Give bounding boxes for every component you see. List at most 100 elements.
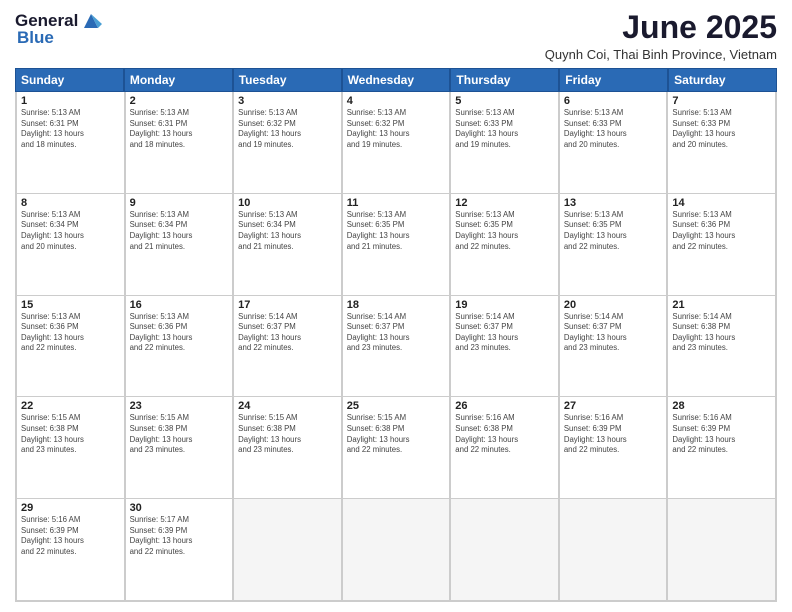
day-info: Sunrise: 5:15 AM Sunset: 6:38 PM Dayligh… [347, 413, 446, 455]
day-cell-24: 24Sunrise: 5:15 AM Sunset: 6:38 PM Dayli… [233, 397, 342, 498]
day-number: 17 [238, 299, 337, 311]
day-number: 29 [21, 502, 120, 514]
day-info: Sunrise: 5:15 AM Sunset: 6:38 PM Dayligh… [130, 413, 229, 455]
day-cell-4: 4Sunrise: 5:13 AM Sunset: 6:32 PM Daylig… [342, 92, 451, 193]
day-cell-7: 7Sunrise: 5:13 AM Sunset: 6:33 PM Daylig… [667, 92, 776, 193]
day-cell-23: 23Sunrise: 5:15 AM Sunset: 6:38 PM Dayli… [125, 397, 234, 498]
calendar-body: 1Sunrise: 5:13 AM Sunset: 6:31 PM Daylig… [15, 92, 777, 602]
day-cell-19: 19Sunrise: 5:14 AM Sunset: 6:37 PM Dayli… [450, 296, 559, 397]
day-number: 19 [455, 299, 554, 311]
day-cell-1: 1Sunrise: 5:13 AM Sunset: 6:31 PM Daylig… [16, 92, 125, 193]
day-cell-empty [342, 499, 451, 600]
day-number: 1 [21, 95, 120, 107]
day-number: 23 [130, 400, 229, 412]
day-cell-13: 13Sunrise: 5:13 AM Sunset: 6:35 PM Dayli… [559, 194, 668, 295]
day-info: Sunrise: 5:16 AM Sunset: 6:39 PM Dayligh… [564, 413, 663, 455]
day-info: Sunrise: 5:13 AM Sunset: 6:34 PM Dayligh… [238, 210, 337, 252]
day-info: Sunrise: 5:13 AM Sunset: 6:34 PM Dayligh… [21, 210, 120, 252]
logo-icon [80, 10, 102, 32]
day-cell-empty [450, 499, 559, 600]
header-cell-wednesday: Wednesday [342, 68, 451, 92]
day-cell-16: 16Sunrise: 5:13 AM Sunset: 6:36 PM Dayli… [125, 296, 234, 397]
day-info: Sunrise: 5:14 AM Sunset: 6:38 PM Dayligh… [672, 312, 771, 354]
calendar-week-5: 29Sunrise: 5:16 AM Sunset: 6:39 PM Dayli… [16, 499, 776, 601]
day-info: Sunrise: 5:16 AM Sunset: 6:38 PM Dayligh… [455, 413, 554, 455]
day-cell-10: 10Sunrise: 5:13 AM Sunset: 6:34 PM Dayli… [233, 194, 342, 295]
day-number: 8 [21, 197, 120, 209]
day-info: Sunrise: 5:13 AM Sunset: 6:35 PM Dayligh… [564, 210, 663, 252]
day-cell-14: 14Sunrise: 5:13 AM Sunset: 6:36 PM Dayli… [667, 194, 776, 295]
day-number: 5 [455, 95, 554, 107]
day-info: Sunrise: 5:14 AM Sunset: 6:37 PM Dayligh… [564, 312, 663, 354]
day-cell-26: 26Sunrise: 5:16 AM Sunset: 6:38 PM Dayli… [450, 397, 559, 498]
day-cell-3: 3Sunrise: 5:13 AM Sunset: 6:32 PM Daylig… [233, 92, 342, 193]
day-number: 20 [564, 299, 663, 311]
day-cell-28: 28Sunrise: 5:16 AM Sunset: 6:39 PM Dayli… [667, 397, 776, 498]
day-info: Sunrise: 5:13 AM Sunset: 6:33 PM Dayligh… [672, 108, 771, 150]
calendar-week-4: 22Sunrise: 5:15 AM Sunset: 6:38 PM Dayli… [16, 397, 776, 499]
day-info: Sunrise: 5:13 AM Sunset: 6:32 PM Dayligh… [238, 108, 337, 150]
day-cell-15: 15Sunrise: 5:13 AM Sunset: 6:36 PM Dayli… [16, 296, 125, 397]
calendar-week-2: 8Sunrise: 5:13 AM Sunset: 6:34 PM Daylig… [16, 194, 776, 296]
day-info: Sunrise: 5:15 AM Sunset: 6:38 PM Dayligh… [21, 413, 120, 455]
day-number: 13 [564, 197, 663, 209]
day-info: Sunrise: 5:15 AM Sunset: 6:38 PM Dayligh… [238, 413, 337, 455]
day-number: 12 [455, 197, 554, 209]
day-cell-25: 25Sunrise: 5:15 AM Sunset: 6:38 PM Dayli… [342, 397, 451, 498]
day-info: Sunrise: 5:13 AM Sunset: 6:36 PM Dayligh… [672, 210, 771, 252]
day-cell-29: 29Sunrise: 5:16 AM Sunset: 6:39 PM Dayli… [16, 499, 125, 600]
day-number: 30 [130, 502, 229, 514]
day-info: Sunrise: 5:16 AM Sunset: 6:39 PM Dayligh… [21, 515, 120, 557]
day-cell-20: 20Sunrise: 5:14 AM Sunset: 6:37 PM Dayli… [559, 296, 668, 397]
day-number: 15 [21, 299, 120, 311]
day-info: Sunrise: 5:13 AM Sunset: 6:36 PM Dayligh… [130, 312, 229, 354]
header-cell-friday: Friday [559, 68, 668, 92]
header-cell-saturday: Saturday [668, 68, 777, 92]
header-cell-monday: Monday [124, 68, 233, 92]
day-number: 3 [238, 95, 337, 107]
day-cell-2: 2Sunrise: 5:13 AM Sunset: 6:31 PM Daylig… [125, 92, 234, 193]
day-info: Sunrise: 5:13 AM Sunset: 6:35 PM Dayligh… [347, 210, 446, 252]
header-cell-thursday: Thursday [450, 68, 559, 92]
day-cell-17: 17Sunrise: 5:14 AM Sunset: 6:37 PM Dayli… [233, 296, 342, 397]
day-cell-12: 12Sunrise: 5:13 AM Sunset: 6:35 PM Dayli… [450, 194, 559, 295]
day-info: Sunrise: 5:13 AM Sunset: 6:34 PM Dayligh… [130, 210, 229, 252]
calendar: SundayMondayTuesdayWednesdayThursdayFrid… [15, 68, 777, 602]
day-cell-21: 21Sunrise: 5:14 AM Sunset: 6:38 PM Dayli… [667, 296, 776, 397]
day-info: Sunrise: 5:13 AM Sunset: 6:35 PM Dayligh… [455, 210, 554, 252]
day-info: Sunrise: 5:17 AM Sunset: 6:39 PM Dayligh… [130, 515, 229, 557]
day-number: 11 [347, 197, 446, 209]
day-info: Sunrise: 5:13 AM Sunset: 6:31 PM Dayligh… [21, 108, 120, 150]
location-title: Quynh Coi, Thai Binh Province, Vietnam [545, 47, 777, 62]
day-info: Sunrise: 5:14 AM Sunset: 6:37 PM Dayligh… [238, 312, 337, 354]
day-info: Sunrise: 5:13 AM Sunset: 6:32 PM Dayligh… [347, 108, 446, 150]
day-cell-8: 8Sunrise: 5:13 AM Sunset: 6:34 PM Daylig… [16, 194, 125, 295]
day-number: 24 [238, 400, 337, 412]
day-number: 2 [130, 95, 229, 107]
day-number: 9 [130, 197, 229, 209]
logo-blue: Blue [17, 28, 54, 48]
month-title: June 2025 [545, 10, 777, 45]
day-number: 7 [672, 95, 771, 107]
calendar-week-3: 15 Sunrise: 5:13 AM Sunset: 6:36 PM Dayli… [16, 296, 776, 398]
day-info: Sunrise: 5:14 AM Sunset: 6:37 PM Dayligh… [455, 312, 554, 354]
day-cell-27: 27Sunrise: 5:16 AM Sunset: 6:39 PM Dayli… [559, 397, 668, 498]
day-number: 14 [672, 197, 771, 209]
day-info: Sunrise: 5:13 AM Sunset: 6:33 PM Dayligh… [455, 108, 554, 150]
day-cell-6: 6Sunrise: 5:13 AM Sunset: 6:33 PM Daylig… [559, 92, 668, 193]
day-cell-18: 18Sunrise: 5:14 AM Sunset: 6:37 PM Dayli… [342, 296, 451, 397]
calendar-header: SundayMondayTuesdayWednesdayThursdayFrid… [15, 68, 777, 92]
day-cell-22: 22Sunrise: 5:15 AM Sunset: 6:38 PM Dayli… [16, 397, 125, 498]
day-info: Sunrise: 5:13 AM Sunset: 6:31 PM Dayligh… [130, 108, 229, 150]
day-number: 25 [347, 400, 446, 412]
day-number: 16 [130, 299, 229, 311]
header-cell-tuesday: Tuesday [233, 68, 342, 92]
day-cell-empty [559, 499, 668, 600]
day-cell-30: 30Sunrise: 5:17 AM Sunset: 6:39 PM Dayli… [125, 499, 234, 600]
logo: General Blue [15, 10, 102, 48]
day-number: 18 [347, 299, 446, 311]
header-cell-sunday: Sunday [15, 68, 124, 92]
day-cell-11: 11Sunrise: 5:13 AM Sunset: 6:35 PM Dayli… [342, 194, 451, 295]
day-number: 21 [672, 299, 771, 311]
day-number: 4 [347, 95, 446, 107]
